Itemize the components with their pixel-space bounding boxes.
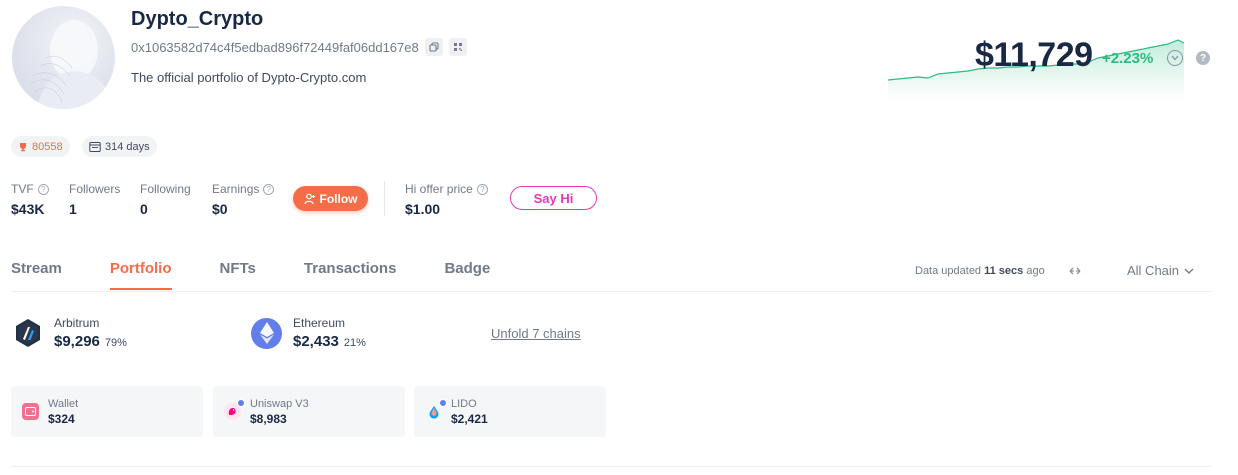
protocol-card-wallet[interactable]: Wallet $324 — [11, 386, 203, 437]
chain-name: Ethereum — [293, 316, 346, 330]
follow-button[interactable]: Follow — [293, 186, 368, 211]
uniswap-icon — [224, 399, 245, 420]
stat-label: TVF? — [11, 182, 49, 196]
tab-transactions[interactable]: Transactions — [304, 260, 397, 290]
add-user-icon — [303, 193, 315, 204]
follow-label: Follow — [319, 191, 358, 206]
help-icon[interactable]: ? — [1196, 51, 1210, 65]
question-icon[interactable]: ? — [263, 183, 275, 195]
stat-value: $43K — [11, 201, 45, 217]
arbitrum-icon — [12, 317, 43, 349]
chain-ethereum[interactable]: Ethereum $2,433 21% — [251, 316, 366, 350]
profile-bio: The official portfolio of Dypto-Crypto.c… — [131, 70, 367, 85]
chevron-down-icon[interactable] — [1167, 50, 1183, 66]
protocol-name: Uniswap V3 — [250, 397, 309, 410]
days-badge: 314 days — [82, 136, 157, 157]
data-updated-text: Data updated 11 secs ago — [915, 265, 1045, 277]
unfold-chains-link[interactable]: Unfold 7 chains — [491, 326, 581, 341]
username: Dypto_Crypto — [131, 8, 264, 30]
protocol-name: LIDO — [451, 397, 477, 410]
net-worth-change: +2.23% — [1102, 50, 1154, 67]
copy-icon[interactable] — [424, 38, 443, 56]
chain-percent: 79% — [104, 337, 127, 349]
chain-name: Arbitrum — [54, 316, 100, 330]
chain-badge-icon — [439, 399, 447, 407]
wallet-address: 0x1063582d74c4f5edbad896f72449faf06dd167… — [131, 39, 419, 55]
tab-badge[interactable]: Badge — [444, 260, 490, 290]
question-icon[interactable]: ? — [476, 183, 488, 195]
say-hi-button[interactable]: Say Hi — [510, 186, 597, 210]
ethereum-icon — [251, 317, 282, 349]
chain-badge-icon — [237, 399, 245, 407]
qr-code-icon[interactable] — [448, 38, 467, 56]
stat-hi-offer: Hi offer price? $1.00 — [405, 182, 488, 217]
stat-label: Earnings? — [212, 182, 275, 196]
protocol-value: $2,421 — [451, 411, 488, 426]
trophy-icon — [20, 142, 26, 151]
protocol-value: $324 — [48, 411, 75, 426]
stat-value: $1.00 — [405, 201, 441, 217]
protocol-card-uniswap[interactable]: Uniswap V3 $8,983 — [213, 386, 405, 437]
chain-filter-dropdown[interactable]: All Chain — [1127, 263, 1194, 278]
stat-followers[interactable]: Followers 1 — [69, 182, 120, 217]
chevron-down-icon — [1184, 268, 1194, 274]
calendar-icon — [89, 142, 101, 152]
section-divider — [11, 466, 1211, 467]
chain-value: $2,433 21% — [293, 333, 366, 350]
rank-badge[interactable]: 80558 — [11, 136, 70, 157]
chain-value: $9,296 79% — [54, 333, 127, 350]
stat-label: Followers — [69, 182, 121, 196]
avatar — [12, 6, 115, 109]
days-value: 314 days — [105, 140, 150, 153]
refresh-icon[interactable] — [1067, 263, 1083, 279]
chain-arbitrum[interactable]: Arbitrum $9,296 79% — [12, 316, 127, 350]
protocol-name: Wallet — [48, 397, 79, 410]
chain-percent: 21% — [343, 337, 366, 349]
stat-tvf: TVF? $43K — [11, 182, 49, 217]
stat-label: Hi offer price? — [405, 182, 488, 196]
protocol-card-lido[interactable]: LIDO $2,421 — [414, 386, 606, 437]
tab-stream[interactable]: Stream — [11, 260, 62, 290]
stat-value: $0 — [212, 201, 228, 217]
rank-value: 80558 — [32, 140, 63, 153]
lido-icon — [425, 399, 447, 420]
stat-following[interactable]: Following 0 — [140, 182, 191, 217]
stat-value: 1 — [69, 201, 77, 217]
stat-value: 0 — [140, 201, 148, 217]
wallet-icon — [22, 403, 39, 420]
stat-earnings: Earnings? $0 — [212, 182, 275, 217]
question-icon[interactable]: ? — [37, 183, 49, 195]
address-row: 0x1063582d74c4f5edbad896f72449faf06dd167… — [131, 38, 467, 56]
tab-portfolio[interactable]: Portfolio — [109, 260, 172, 290]
stat-label: Following — [140, 182, 191, 196]
tab-nfts[interactable]: NFTs — [220, 260, 256, 290]
net-worth-value: $11,729 — [975, 36, 1093, 74]
protocol-value: $8,983 — [250, 411, 287, 426]
profile-tabs: Stream Portfolio NFTs Transactions Badge — [11, 260, 538, 290]
divider — [384, 181, 385, 216]
tab-divider — [11, 291, 1211, 292]
